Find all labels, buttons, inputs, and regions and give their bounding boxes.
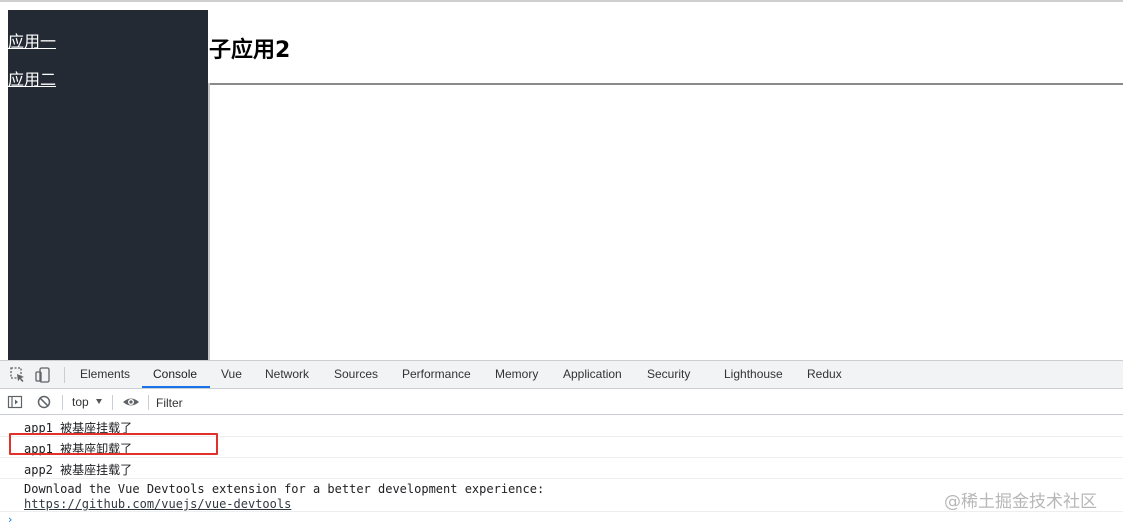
tab-sources[interactable]: Sources: [334, 361, 378, 389]
devtools-link[interactable]: https://github.com/vuejs/vue-devtools: [24, 497, 291, 511]
tabbar-separator: [64, 367, 65, 383]
title-divider: [209, 83, 1123, 85]
context-selector[interactable]: top: [72, 390, 89, 415]
active-tab-indicator: [142, 386, 210, 388]
tab-performance[interactable]: Performance: [402, 361, 471, 389]
tab-console[interactable]: Console: [153, 361, 197, 389]
devtools-tabbar: Elements Console Vue Network Sources Per…: [0, 361, 1123, 389]
clear-console-icon[interactable]: [36, 394, 52, 410]
sidebar: 应用一 应用二: [8, 10, 208, 360]
watermark: @稀土掘金技术社区: [944, 492, 1097, 512]
tab-vue[interactable]: Vue: [221, 361, 242, 389]
tab-application[interactable]: Application: [563, 361, 622, 389]
filter-input[interactable]: [156, 393, 1123, 412]
highlight-annotation: [9, 433, 218, 455]
tab-memory[interactable]: Memory: [495, 361, 538, 389]
tab-network[interactable]: Network: [265, 361, 309, 389]
toolbar-separator: [112, 395, 113, 410]
toolbar-separator: [62, 395, 63, 410]
tab-security[interactable]: Security: [647, 361, 690, 389]
top-border: [0, 0, 1123, 2]
device-toolbar-icon[interactable]: [34, 366, 52, 384]
content-divider: [208, 83, 210, 360]
chevron-down-icon: [96, 399, 102, 404]
nav-link-app2[interactable]: 应用二: [8, 66, 56, 90]
page-title: 子应用2: [209, 38, 291, 63]
console-toolbar: top: [0, 390, 1123, 415]
toolbar-separator: [148, 395, 149, 410]
sidebar-toggle-icon[interactable]: [7, 394, 23, 410]
tab-lighthouse[interactable]: Lighthouse: [724, 361, 783, 389]
inspect-element-icon[interactable]: [9, 366, 27, 384]
nav-link-app1[interactable]: 应用一: [8, 28, 56, 52]
console-message: app2 被基座挂载了: [0, 458, 1123, 479]
console-prompt[interactable]: ›: [8, 513, 12, 526]
tab-redux[interactable]: Redux: [807, 361, 842, 389]
tab-elements[interactable]: Elements: [80, 361, 130, 389]
eye-icon[interactable]: [122, 394, 139, 410]
